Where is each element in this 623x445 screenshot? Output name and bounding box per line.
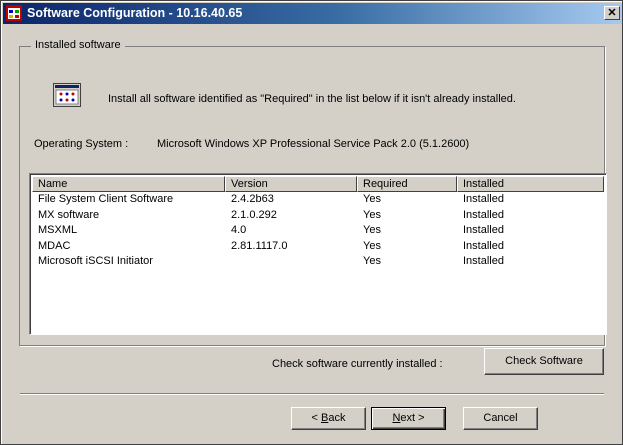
cancel-button[interactable]: Cancel	[463, 407, 538, 430]
table-row[interactable]: MX software 2.1.0.292 Yes Installed	[32, 208, 604, 224]
list-header: Name Version Required Installed	[32, 176, 604, 192]
cell-version: 4.0	[231, 224, 247, 236]
cell-name: Microsoft iSCSI Initiator	[38, 255, 153, 267]
os-label: Operating System :	[34, 138, 129, 150]
cell-name: MDAC	[38, 239, 71, 252]
back-label-rest: ack	[328, 412, 346, 424]
software-list[interactable]: Name Version Required Installed File Sys…	[29, 173, 607, 335]
window-title: Software Configuration - 10.16.40.65	[27, 6, 243, 20]
column-header-name[interactable]: Name	[32, 176, 225, 192]
cell-installed: Installed	[463, 224, 504, 236]
cell-required: Yes	[363, 193, 381, 205]
dialog-window: Software Configuration - 10.16.40.65 ✕ I…	[0, 0, 623, 445]
next-button[interactable]: Next >	[371, 407, 446, 430]
cell-name: MX software	[38, 208, 100, 221]
column-header-required[interactable]: Required	[357, 176, 457, 192]
cell-installed: Installed	[463, 208, 504, 221]
cell-version: 2.1.0.292	[231, 208, 277, 221]
title-bar[interactable]: Software Configuration - 10.16.40.65 ✕	[3, 3, 622, 24]
divider	[20, 393, 604, 395]
cell-version: 2.81.1117.0	[231, 239, 288, 252]
os-value: Microsoft Windows XP Professional Servic…	[157, 138, 470, 150]
back-label-prefix: <	[311, 412, 321, 424]
check-software-button[interactable]: Check Software	[484, 348, 604, 375]
cell-required: Yes	[363, 255, 381, 267]
check-label: Check software currently installed :	[272, 358, 443, 370]
table-row[interactable]: File System Client Software 2.4.2b63 Yes In…	[32, 192, 604, 208]
software-list-icon	[53, 83, 81, 107]
close-button[interactable]: ✕	[604, 6, 620, 20]
cell-installed: Installed	[463, 239, 504, 252]
cell-installed: Installed	[463, 193, 504, 205]
cell-required: Yes	[363, 239, 381, 252]
next-label-rest: ext >	[400, 412, 425, 424]
cell-version: 2.4.2b63	[231, 193, 274, 205]
back-button[interactable]: < Back	[291, 407, 366, 430]
app-window-icon	[6, 5, 22, 21]
table-row[interactable]: MSXML 4.0 Yes Installed	[32, 223, 604, 239]
table-row[interactable]: MDAC 2.81.1117.0 Yes Installed	[32, 239, 604, 255]
info-text: Install all software identified as "Requ…	[108, 93, 516, 105]
cell-name: File System Client Software	[38, 193, 174, 205]
close-icon: ✕	[607, 7, 617, 19]
cell-name: MSXML	[38, 224, 78, 236]
cell-required: Yes	[363, 224, 381, 236]
group-legend: Installed software	[31, 39, 125, 51]
cell-installed: Installed	[463, 255, 504, 267]
list-body: File System Client Software 2.4.2b63 Yes In…	[32, 192, 604, 270]
column-header-installed[interactable]: Installed	[457, 176, 604, 192]
cell-required: Yes	[363, 208, 381, 221]
column-header-version[interactable]: Version	[225, 176, 357, 192]
table-row[interactable]: Microsoft iSCSI Initiator Yes Installed	[32, 254, 604, 270]
